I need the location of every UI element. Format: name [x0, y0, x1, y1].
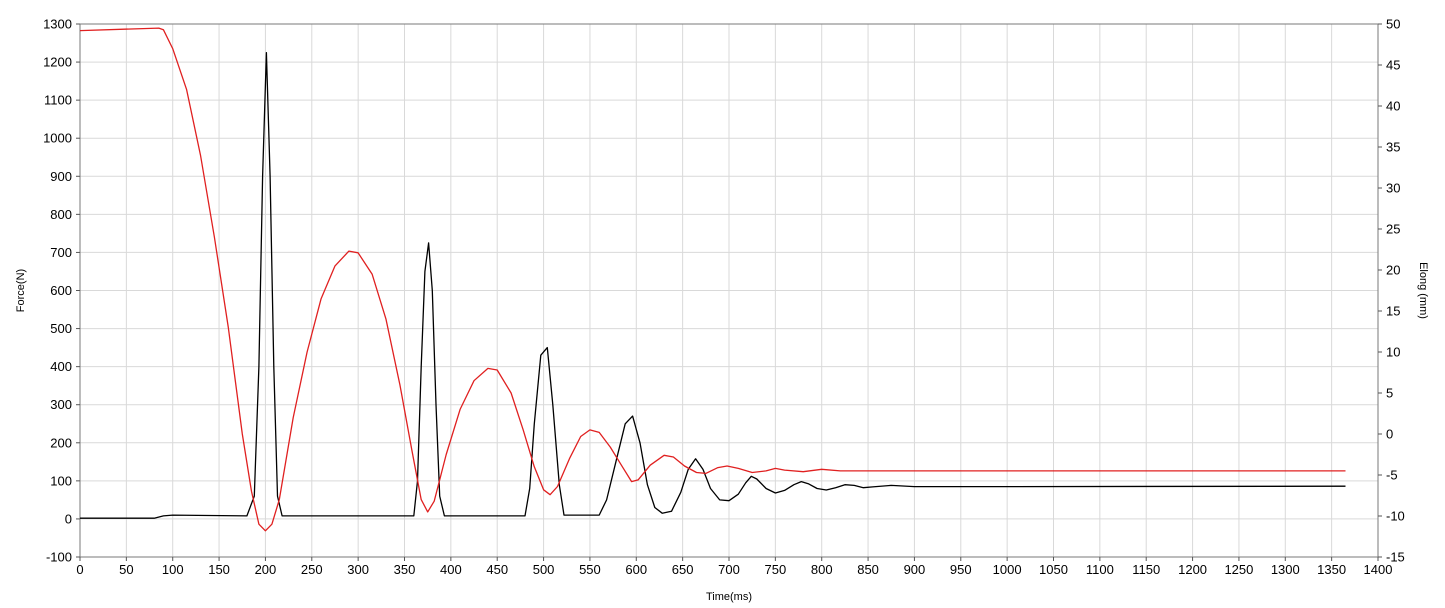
- y-tick-label-left: 700: [50, 245, 72, 260]
- y-tick-label-left: -100: [46, 550, 72, 565]
- y-tick-label-right: 35: [1386, 140, 1400, 155]
- y-tick-label-right: 25: [1386, 222, 1400, 237]
- x-tick-label: 500: [533, 562, 555, 577]
- x-tick-label: 1000: [993, 562, 1022, 577]
- y-axis-title-right: Elong (mm): [1417, 262, 1429, 319]
- y-tick-label-left: 1000: [43, 131, 72, 146]
- y-tick-label-left: 200: [50, 435, 72, 450]
- x-tick-label: 650: [672, 562, 694, 577]
- x-tick-label: 850: [857, 562, 879, 577]
- y-tick-label-left: 300: [50, 397, 72, 412]
- y-tick-label-right: 40: [1386, 99, 1400, 114]
- x-tick-label: 450: [486, 562, 508, 577]
- y-tick-label-right: -15: [1386, 550, 1405, 565]
- y-axis-title-left: Force(N): [15, 269, 27, 312]
- y-tick-label-right: 20: [1386, 263, 1400, 278]
- grid: [79, 23, 1379, 558]
- y-tick-label-right: -5: [1386, 468, 1398, 483]
- y-tick-label-right: 10: [1386, 345, 1400, 360]
- y-tick-label-left: 1100: [44, 93, 72, 108]
- x-tick-label: 400: [440, 562, 462, 577]
- x-tick-label: 150: [208, 562, 230, 577]
- x-tick-label: 600: [625, 562, 647, 577]
- x-tick-label: 50: [119, 562, 133, 577]
- y-tick-label-left: 100: [50, 473, 72, 488]
- x-tick-label: 1300: [1271, 562, 1300, 577]
- y-tick-label-right: 30: [1386, 181, 1400, 196]
- x-tick-label: 1150: [1132, 562, 1160, 577]
- x-tick-label: 350: [394, 562, 416, 577]
- x-tick-label: 300: [347, 562, 369, 577]
- y-tick-label-left: 1300: [43, 17, 72, 32]
- y-tick-label-right: 15: [1386, 304, 1400, 319]
- x-tick-label: 1350: [1317, 562, 1346, 577]
- x-tick-label: 950: [950, 562, 972, 577]
- y-tick-label-left: 1200: [43, 55, 72, 70]
- y-tick-label-right: 45: [1386, 58, 1400, 73]
- x-tick-label: 1250: [1224, 562, 1253, 577]
- x-tick-label: 1050: [1039, 562, 1068, 577]
- x-tick-label: 250: [301, 562, 323, 577]
- x-axis-title: Time(ms): [706, 591, 752, 603]
- y-tick-label-left: 0: [65, 511, 72, 526]
- x-tick-label: 550: [579, 562, 601, 577]
- y-tick-label-left: 500: [50, 321, 72, 336]
- y-tick-label-right: -10: [1386, 509, 1405, 524]
- y-tick-label-left: 800: [50, 207, 72, 222]
- x-tick-label: 900: [904, 562, 926, 577]
- x-tick-label: 750: [765, 562, 787, 577]
- elongation-series-line: [79, 27, 1346, 532]
- y-tick-label-left: 400: [50, 359, 72, 374]
- y-tick-label-left: 600: [50, 283, 72, 298]
- force-series-line: [80, 51, 1346, 519]
- y-tick-label-right: 5: [1386, 386, 1393, 401]
- series-lines: [79, 27, 1346, 532]
- x-tick-label: 800: [811, 562, 833, 577]
- x-tick-label: 100: [162, 562, 184, 577]
- x-tick-label: 200: [255, 562, 277, 577]
- x-tick-label: 1100: [1086, 562, 1114, 577]
- y-tick-label-left: 900: [50, 169, 72, 184]
- y-tick-label-right: 0: [1386, 427, 1393, 442]
- y-tick-label-right: 50: [1386, 17, 1400, 32]
- x-tick-label: 700: [718, 562, 740, 577]
- x-tick-label: 0: [76, 562, 83, 577]
- x-tick-label: 1200: [1178, 562, 1207, 577]
- chart: 0 50 100 150 200 250 300 350 400 450 500 550 600 650 7…: [15, 17, 1429, 604]
